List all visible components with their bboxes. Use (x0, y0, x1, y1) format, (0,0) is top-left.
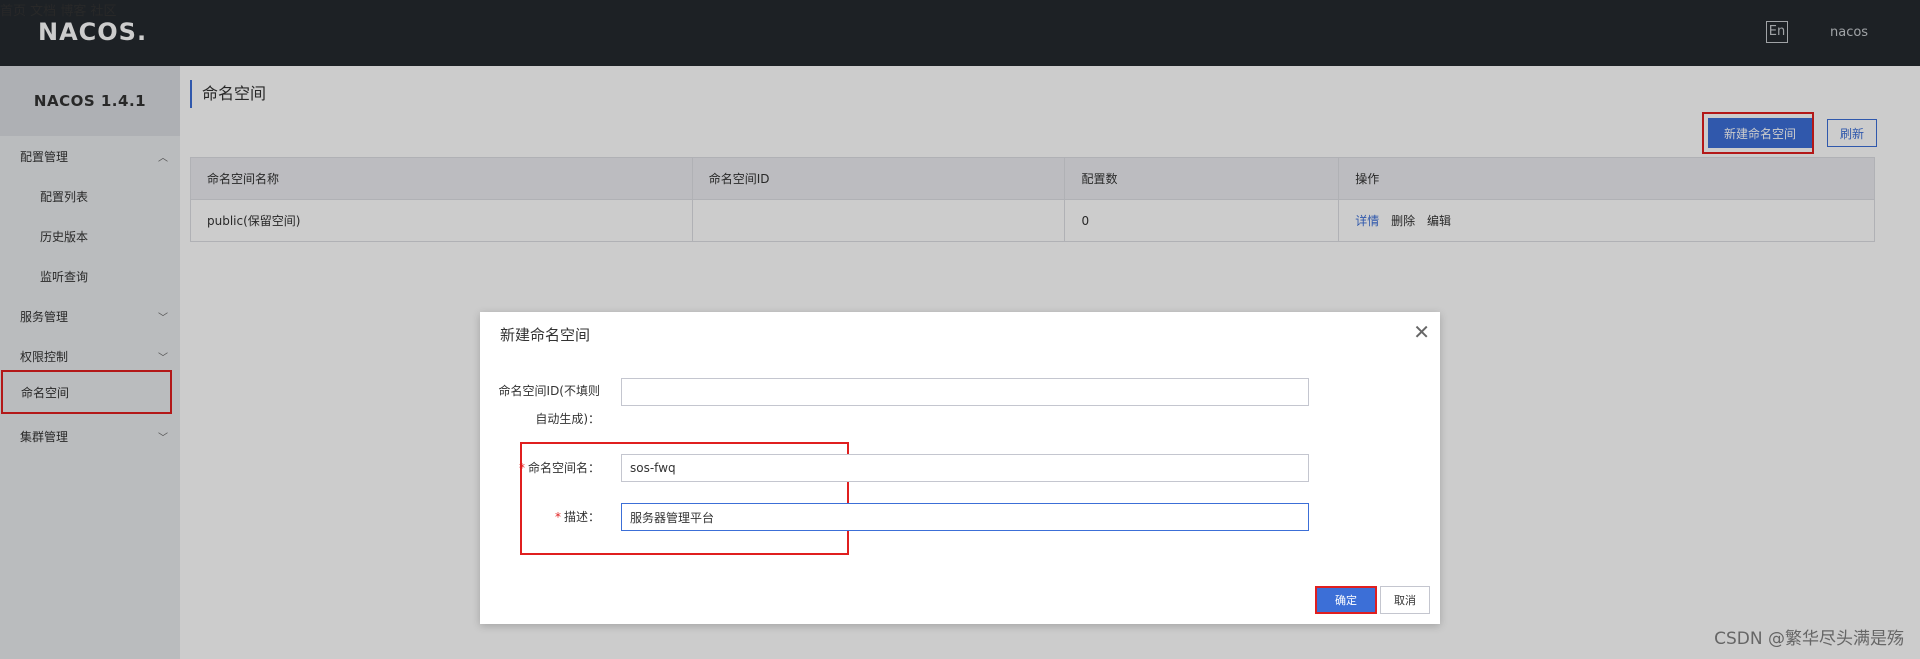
required-mark: * (518, 461, 525, 475)
close-icon[interactable]: ✕ (1413, 320, 1430, 344)
namespace-name-label: * 命名空间名： (519, 459, 600, 476)
label-text: 描述： (563, 510, 600, 524)
namespace-id-label-cont: 自动生成)： (535, 410, 600, 427)
label-line: 自动生成)： (535, 412, 600, 426)
label-line: 命名空间ID(不填则 (498, 384, 600, 398)
cancel-button[interactable]: 取消 (1380, 586, 1430, 614)
description-label: * 描述： (555, 508, 600, 525)
dialog-title: 新建命名空间 (500, 326, 591, 344)
namespace-id-input[interactable] (621, 378, 1309, 406)
namespace-name-input[interactable] (621, 454, 1309, 482)
required-mark: * (554, 510, 561, 524)
label-text: 命名空间名： (527, 461, 600, 475)
namespace-id-label: 命名空间ID(不填则 (499, 382, 600, 399)
description-input[interactable] (621, 503, 1309, 531)
watermark: CSDN @繁华尽头满是殇 (1714, 629, 1904, 649)
new-namespace-dialog: 新建命名空间 ✕ 命名空间ID(不填则 自动生成)： *命名空间名： *描述： … (480, 312, 1440, 624)
confirm-button[interactable]: 确定 (1315, 586, 1377, 614)
